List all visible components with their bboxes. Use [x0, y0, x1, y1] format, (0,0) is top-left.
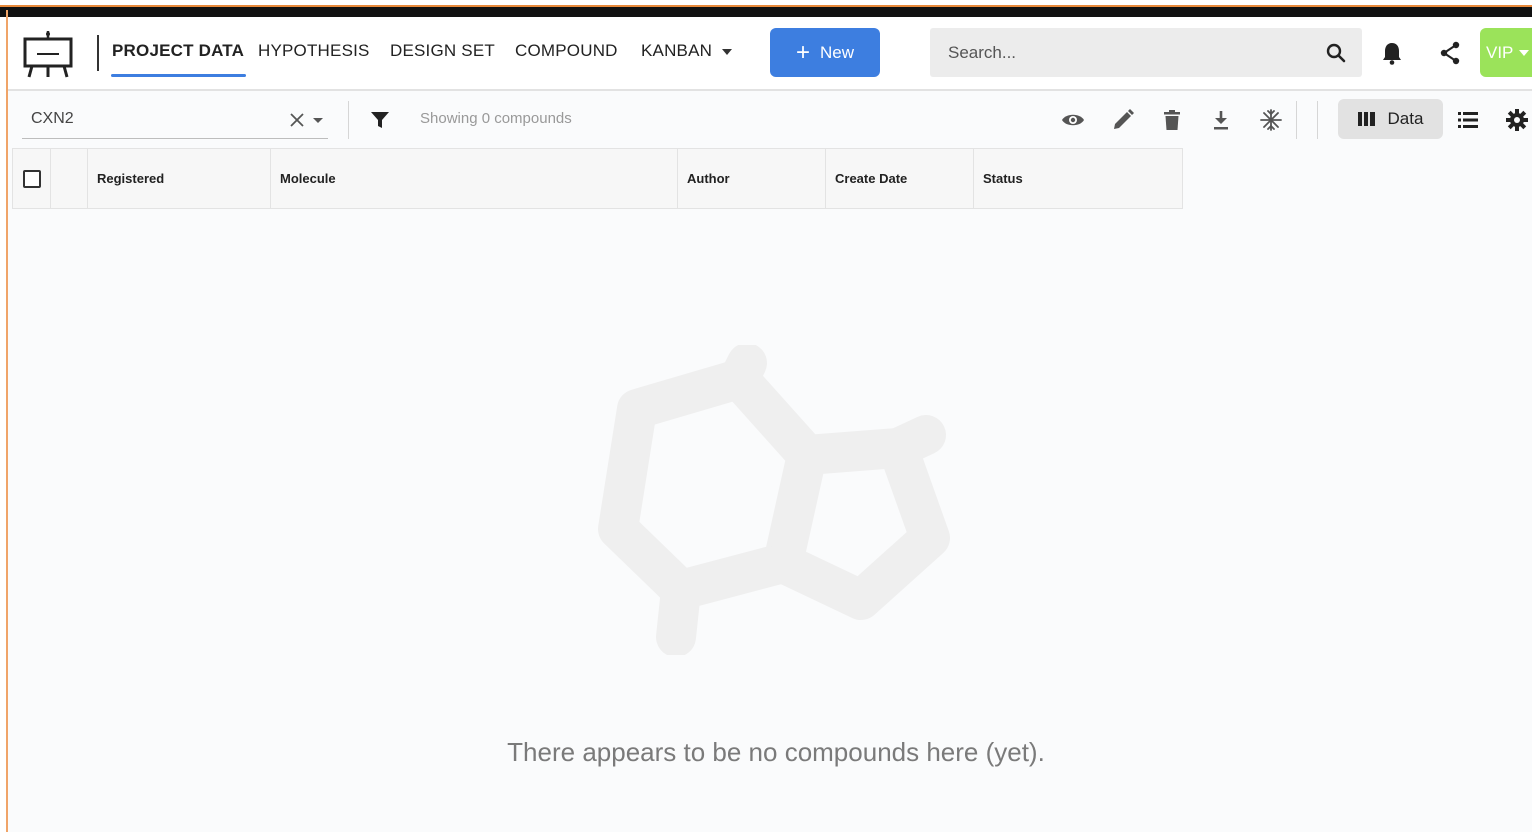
- table-header: Registered Molecule Author Create Date S…: [12, 148, 1183, 209]
- select-all-cell: [13, 149, 51, 208]
- search-box: [930, 28, 1362, 77]
- chevron-down-icon: [1519, 50, 1530, 57]
- column-header-registered[interactable]: Registered: [88, 149, 271, 208]
- filter-icon[interactable]: [370, 110, 390, 130]
- list-icon[interactable]: [1456, 108, 1480, 132]
- pencil-icon[interactable]: [1111, 108, 1135, 132]
- select-all-checkbox[interactable]: [22, 169, 41, 188]
- nav-kanban-label: KANBAN: [641, 41, 713, 60]
- search-icon[interactable]: [1326, 43, 1346, 63]
- column-header-create-date[interactable]: Create Date: [826, 149, 974, 208]
- user-badge-label: VIP: [1486, 42, 1514, 62]
- nav-compound[interactable]: COMPOUND: [515, 41, 618, 61]
- bell-icon[interactable]: [1381, 41, 1403, 65]
- columns-icon: [1357, 112, 1375, 126]
- toolbar-divider: [1296, 101, 1297, 139]
- app: PROJECT DATA HYPOTHESIS DESIGN SET COMPO…: [8, 17, 1532, 832]
- gear-icon[interactable]: [1505, 108, 1529, 132]
- nav-kanban[interactable]: KANBAN: [641, 41, 733, 61]
- eye-icon[interactable]: [1061, 108, 1085, 132]
- chevron-down-icon: [722, 48, 733, 55]
- nav-active-indicator: [111, 74, 246, 77]
- empty-state-message: There appears to be no compounds here (y…: [507, 737, 1045, 767]
- nav-hypothesis[interactable]: HYPOTHESIS: [258, 41, 370, 61]
- plus-icon: +: [795, 38, 810, 66]
- result-count: Showing 0 compounds: [420, 110, 572, 127]
- search-input[interactable]: [930, 28, 1310, 77]
- logo-separator: [97, 35, 99, 71]
- download-icon[interactable]: [1209, 108, 1233, 132]
- toolbar-divider: [1317, 101, 1318, 139]
- column-header-status[interactable]: Status: [974, 149, 1182, 208]
- window-top-border: [0, 7, 1532, 17]
- project-select-value: CXN2: [31, 110, 74, 127]
- project-select[interactable]: CXN2: [22, 101, 328, 139]
- easel-logo-icon[interactable]: [22, 29, 74, 79]
- user-menu-button[interactable]: VIP: [1480, 28, 1532, 77]
- column-header-author[interactable]: Author: [678, 149, 826, 208]
- share-icon[interactable]: [1439, 41, 1461, 65]
- data-view-button[interactable]: Data: [1338, 99, 1443, 139]
- nav-design-set[interactable]: DESIGN SET: [390, 41, 495, 61]
- new-button[interactable]: + New: [770, 28, 880, 77]
- trash-icon[interactable]: [1160, 108, 1184, 132]
- snowflake-icon[interactable]: [1259, 108, 1283, 132]
- molecule-illustration-icon: [598, 345, 950, 655]
- chevron-down-icon[interactable]: [313, 118, 323, 123]
- toolbar: CXN2 Showing 0 compounds Data: [8, 93, 1532, 149]
- window-top-strip: [0, 0, 1532, 17]
- header: PROJECT DATA HYPOTHESIS DESIGN SET COMPO…: [8, 17, 1532, 91]
- data-view-label: Data: [1387, 109, 1424, 128]
- new-button-label: New: [820, 42, 855, 62]
- close-icon[interactable]: [288, 111, 306, 129]
- toolbar-divider: [348, 101, 349, 139]
- column-header-blank: [51, 149, 88, 208]
- nav-project-data[interactable]: PROJECT DATA: [112, 41, 244, 61]
- column-header-molecule[interactable]: Molecule: [271, 149, 678, 208]
